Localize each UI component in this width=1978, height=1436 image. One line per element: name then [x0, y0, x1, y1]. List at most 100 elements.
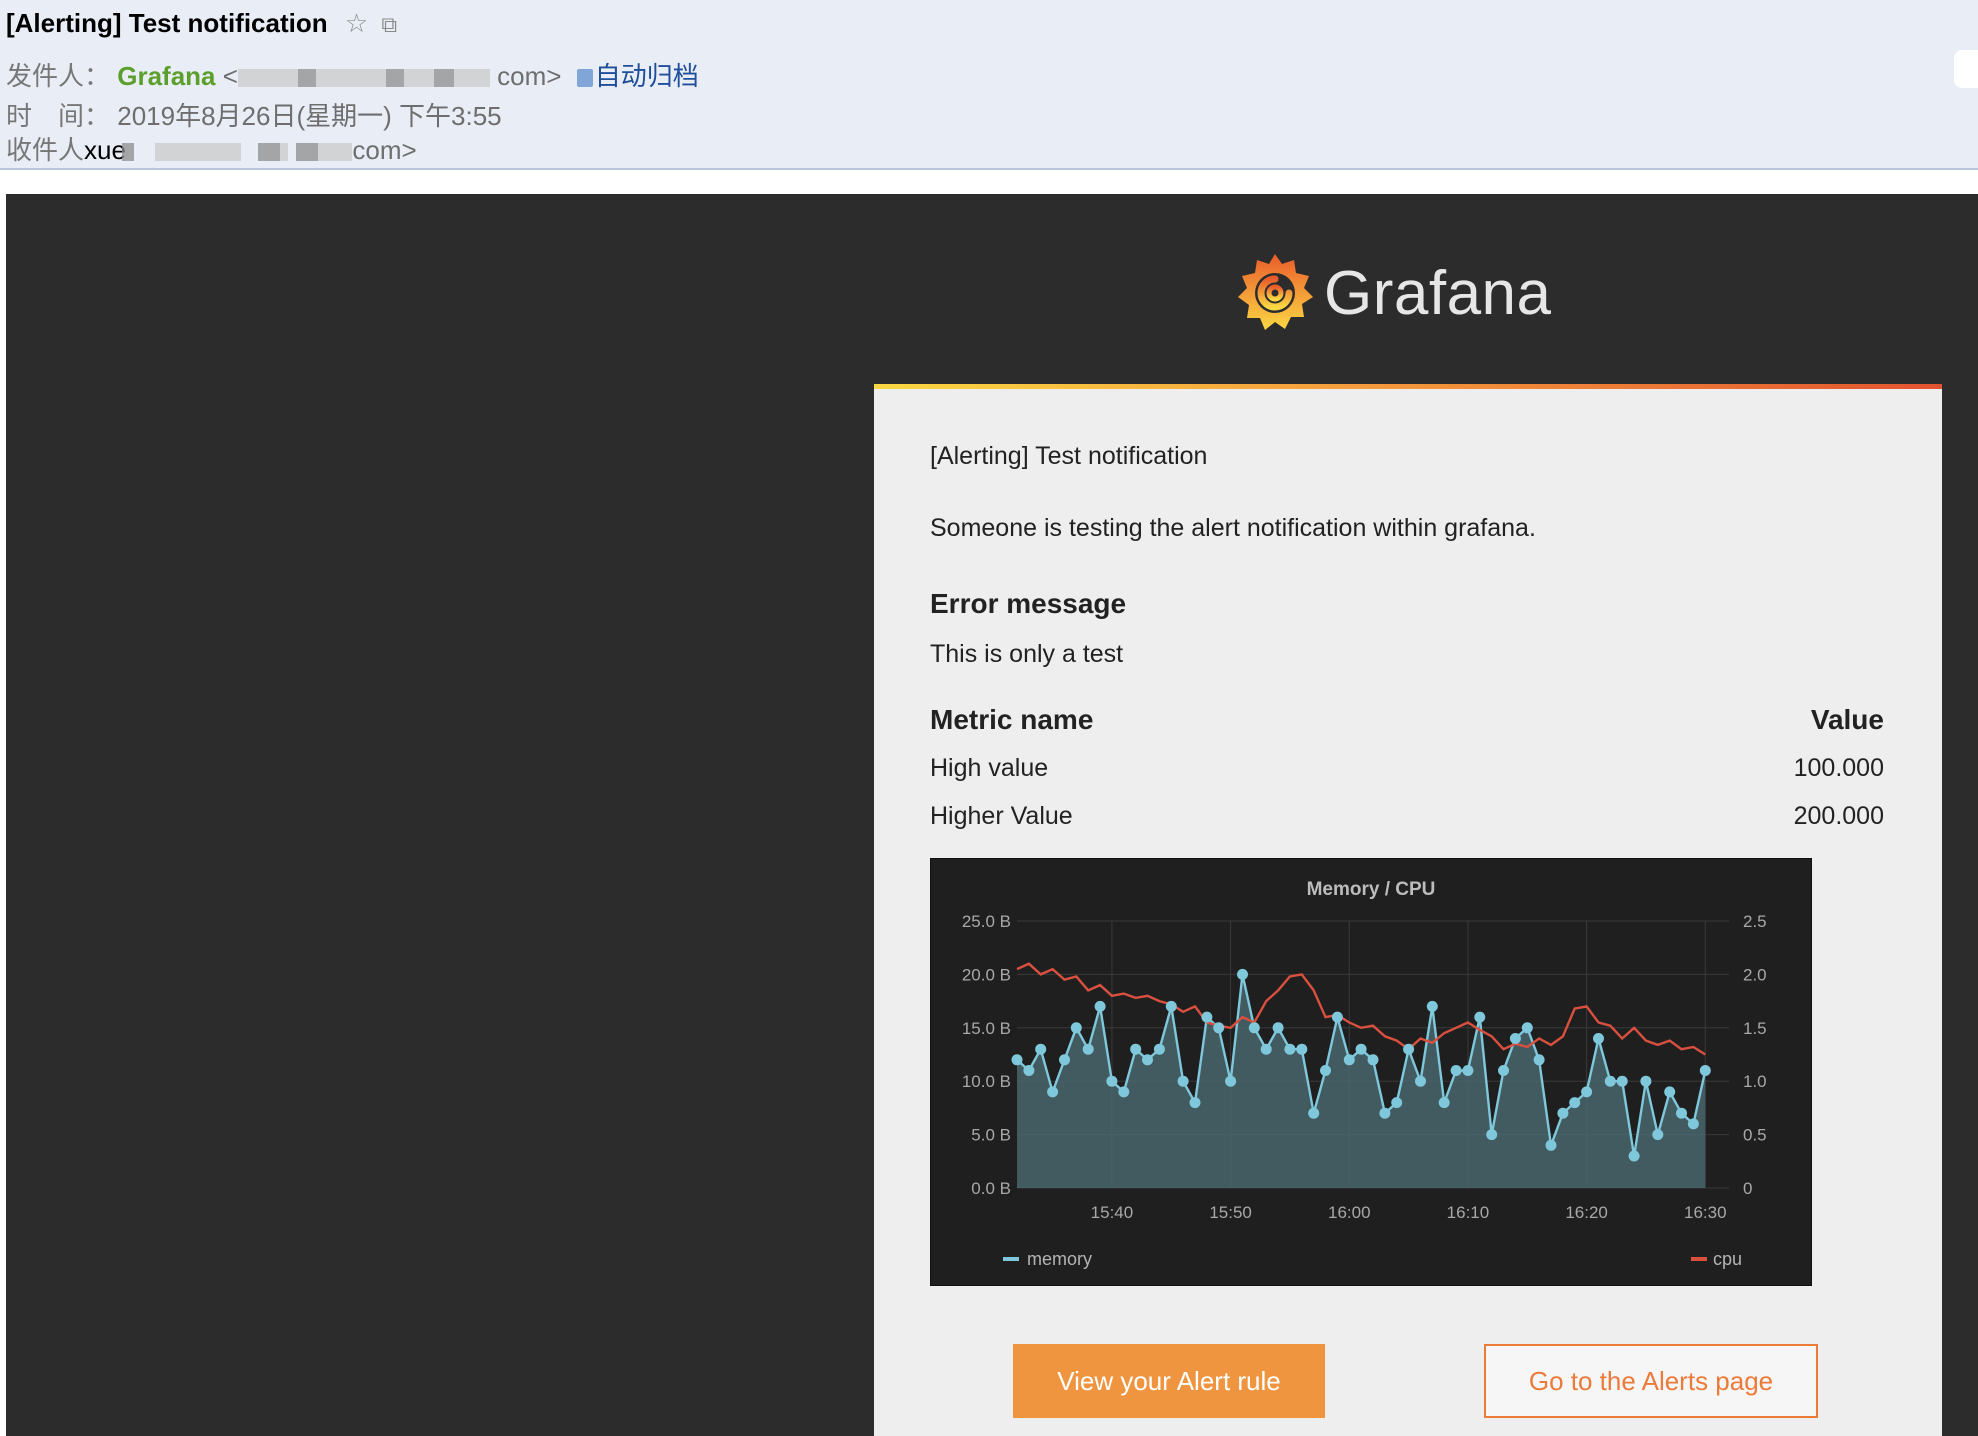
memory-point	[1296, 1043, 1308, 1055]
time-row: 时 间： 2019年8月26日(星期一) 下午3:55	[6, 96, 502, 133]
memory-point	[1320, 1065, 1331, 1076]
memory-point	[1331, 1011, 1343, 1023]
sender-name[interactable]: Grafana	[117, 61, 215, 91]
redacted-block	[318, 143, 335, 162]
memory-point	[1284, 1043, 1296, 1055]
memory-point	[1426, 1000, 1438, 1012]
redacted-block	[403, 69, 434, 88]
y-left-tick-label: 25.0 B	[962, 912, 1011, 931]
memory-point	[1260, 1043, 1272, 1055]
email-body: Grafana [Alerting] Test notification Som…	[6, 194, 1978, 1436]
memory-point	[1165, 1000, 1177, 1012]
chart-title: Memory / CPU	[1307, 879, 1436, 900]
memory-point	[1272, 1022, 1284, 1034]
alerts-page-button[interactable]: Go to the Alerts page	[1484, 1344, 1818, 1418]
auto-archive-link[interactable]: 自动归档	[595, 61, 699, 91]
memory-point	[1474, 1011, 1486, 1023]
x-tick-label: 15:40	[1091, 1203, 1134, 1222]
legend-label-memory: memory	[1027, 1249, 1092, 1269]
from-label: 发件人：	[6, 61, 111, 91]
view-alert-rule-button[interactable]: View your Alert rule	[1013, 1344, 1325, 1418]
memory-point	[1011, 1054, 1023, 1066]
memory-point	[1153, 1043, 1165, 1055]
value-heading: Value	[1810, 704, 1884, 735]
y-right-tick-label: 2.0	[1743, 965, 1767, 984]
memory-point	[1391, 1097, 1403, 1109]
memory-point	[1509, 1033, 1521, 1044]
memory-point	[1106, 1075, 1118, 1087]
card-gradient-bar	[874, 384, 1942, 389]
memory-point	[1450, 1065, 1462, 1076]
y-left-tick-label: 0.0 B	[971, 1179, 1011, 1198]
to-label: 收件人	[6, 135, 85, 165]
redacted-block	[315, 69, 386, 88]
memory-point	[1367, 1054, 1379, 1066]
x-tick-label: 16:10	[1447, 1203, 1490, 1222]
memory-point	[1118, 1086, 1130, 1098]
recipient-name[interactable]: xue	[84, 135, 126, 165]
memory-point	[1604, 1075, 1616, 1087]
alert-card: [Alerting] Test notification Someone is …	[874, 384, 1942, 1436]
error-heading: Error message	[930, 588, 1127, 619]
memory-point	[1189, 1097, 1201, 1109]
redacted-block	[297, 69, 316, 88]
metric-row-value: 200.000	[1793, 802, 1884, 830]
mail-subject: [Alerting] Test notification	[6, 8, 328, 38]
legend-label-cpu: cpu	[1713, 1249, 1742, 1269]
memory-point	[1415, 1075, 1426, 1087]
metric-name-heading: Metric name	[930, 704, 1094, 735]
memory-point	[1521, 1022, 1533, 1034]
memory-point	[1023, 1065, 1035, 1076]
sender-address-end: com>	[489, 61, 562, 91]
memory-point	[1225, 1075, 1237, 1087]
time-label: 时 间：	[6, 101, 111, 131]
archive-icon[interactable]	[576, 69, 593, 87]
y-left-tick-label: 10.0 B	[962, 1072, 1011, 1091]
popout-icon[interactable]: ⧉	[381, 12, 397, 37]
x-tick-label: 16:00	[1328, 1203, 1371, 1222]
memory-point	[1094, 1000, 1106, 1012]
y-right-tick-label: 2.5	[1743, 912, 1767, 931]
memory-point	[1545, 1139, 1557, 1151]
metric-row-name: Higher Value	[930, 802, 1073, 830]
y-right-tick-label: 1.5	[1743, 1019, 1767, 1038]
redacted-block	[453, 69, 490, 88]
memory-point	[1486, 1129, 1498, 1141]
side-panel-tab[interactable]	[1954, 50, 1978, 88]
memory-point	[1308, 1107, 1320, 1119]
memory-point	[1082, 1043, 1094, 1055]
memory-point	[1593, 1033, 1604, 1044]
from-row: 发件人： Grafana < com> 自动归档	[6, 56, 699, 93]
alert-message: Someone is testing the alert notificatio…	[930, 514, 1536, 542]
x-tick-label: 16:30	[1684, 1203, 1727, 1222]
memory-point	[1616, 1075, 1628, 1087]
redacted-block	[155, 143, 216, 162]
memory-point	[1628, 1150, 1640, 1162]
y-left-tick-label: 15.0 B	[962, 1019, 1011, 1038]
recipient-address-end: com>	[352, 135, 417, 165]
alert-title: [Alerting] Test notification	[930, 442, 1208, 470]
memory-point	[1201, 1011, 1213, 1023]
memory-point	[1379, 1107, 1391, 1119]
memory-point	[1237, 968, 1248, 980]
memory-point	[1355, 1043, 1367, 1055]
grafana-logo-icon	[1238, 254, 1313, 330]
grafana-logo: Grafana	[1236, 248, 1552, 338]
mail-header: [Alerting] Test notification ☆ ⧉ 发件人： Gr…	[0, 0, 1978, 170]
memory-point	[1130, 1043, 1142, 1055]
y-left-tick-label: 20.0 B	[962, 965, 1011, 984]
memory-point	[1699, 1065, 1711, 1076]
memory-point	[1177, 1075, 1189, 1087]
redacted-block	[280, 143, 289, 162]
star-icon[interactable]: ☆	[345, 8, 368, 38]
memory-point	[1213, 1022, 1225, 1034]
metric-row-value: 100.000	[1793, 754, 1884, 782]
memory-point	[1498, 1065, 1509, 1076]
mail-subject-row: [Alerting] Test notification ☆ ⧉	[6, 8, 397, 39]
memory-point	[1640, 1075, 1652, 1087]
redacted-block	[237, 69, 298, 88]
y-right-tick-label: 0.5	[1743, 1126, 1767, 1145]
y-right-tick-label: 0	[1743, 1179, 1752, 1198]
redacted-block	[433, 69, 454, 88]
memory-point	[1557, 1107, 1569, 1119]
